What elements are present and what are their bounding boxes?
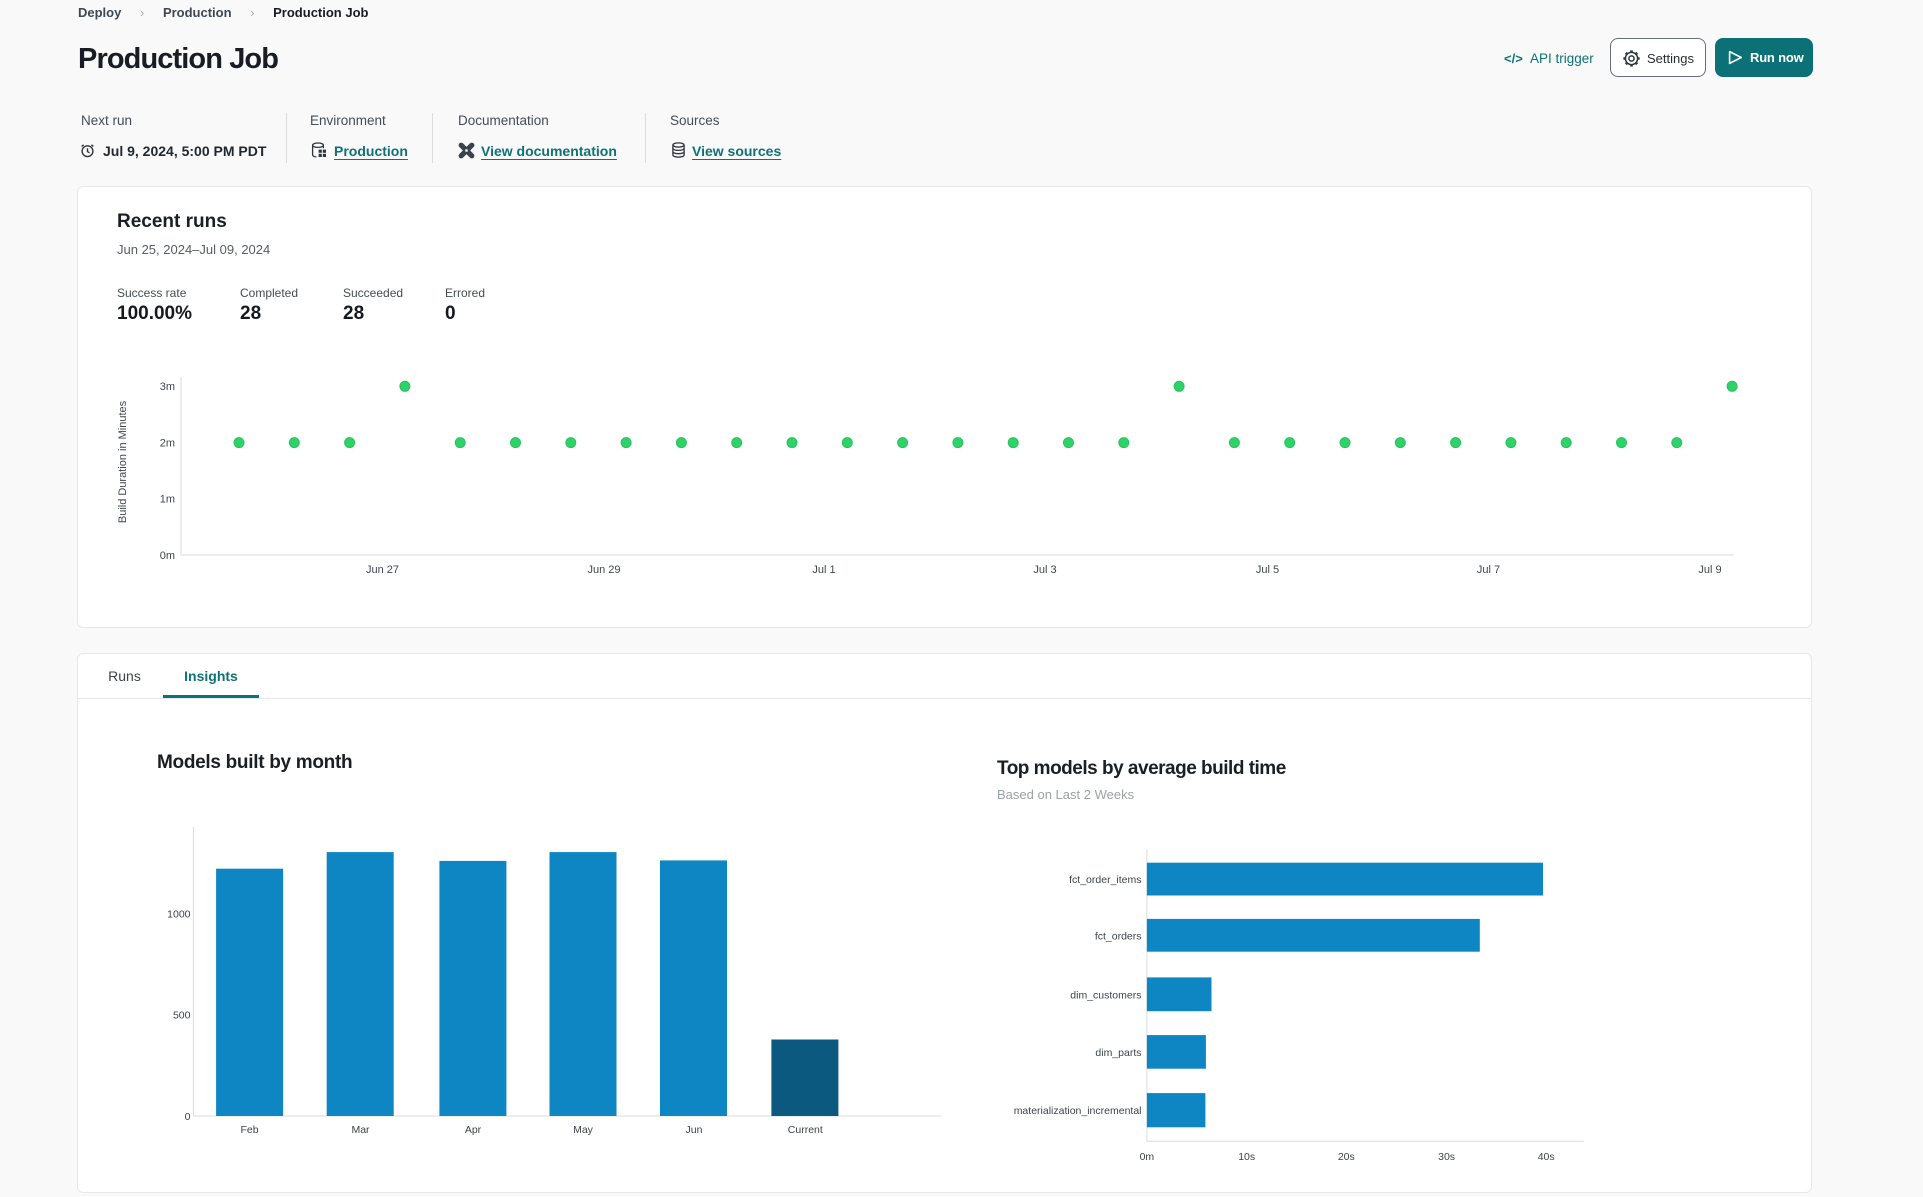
svg-text:2m: 2m [160,437,175,449]
svg-text:Jun 27: Jun 27 [366,564,399,576]
svg-text:Feb: Feb [240,1124,258,1136]
svg-text:1000: 1000 [167,908,191,920]
svg-text:40s: 40s [1538,1151,1555,1163]
svg-text:Jul 1: Jul 1 [812,564,835,576]
svg-text:materialization_incremental: materialization_incremental [1014,1105,1142,1117]
svg-text:0m: 0m [1140,1151,1155,1163]
svg-text:May: May [573,1124,594,1136]
svg-text:fct_order_items: fct_order_items [1069,874,1141,886]
svg-text:1m: 1m [160,494,175,506]
svg-text:dim_customers: dim_customers [1070,989,1141,1001]
svg-text:30s: 30s [1438,1151,1455,1163]
svg-text:dim_parts: dim_parts [1095,1047,1141,1059]
svg-text:Jul 7: Jul 7 [1477,564,1500,576]
svg-text:0m: 0m [160,550,175,562]
svg-text:Build Duration in Minutes: Build Duration in Minutes [117,400,129,523]
svg-text:Current: Current [788,1124,823,1136]
svg-text:0: 0 [185,1111,191,1123]
svg-text:500: 500 [173,1010,191,1022]
svg-text:3m: 3m [160,381,175,393]
svg-text:Jul 3: Jul 3 [1033,564,1056,576]
svg-text:Jun 29: Jun 29 [587,564,620,576]
svg-text:Jun: Jun [686,1124,703,1136]
svg-text:Jul 9: Jul 9 [1698,564,1721,576]
svg-text:Jul 5: Jul 5 [1256,564,1279,576]
svg-text:fct_orders: fct_orders [1095,930,1142,942]
svg-text:Apr: Apr [465,1124,482,1136]
svg-text:10s: 10s [1238,1151,1255,1163]
svg-text:20s: 20s [1338,1151,1355,1163]
svg-text:Mar: Mar [351,1124,370,1136]
